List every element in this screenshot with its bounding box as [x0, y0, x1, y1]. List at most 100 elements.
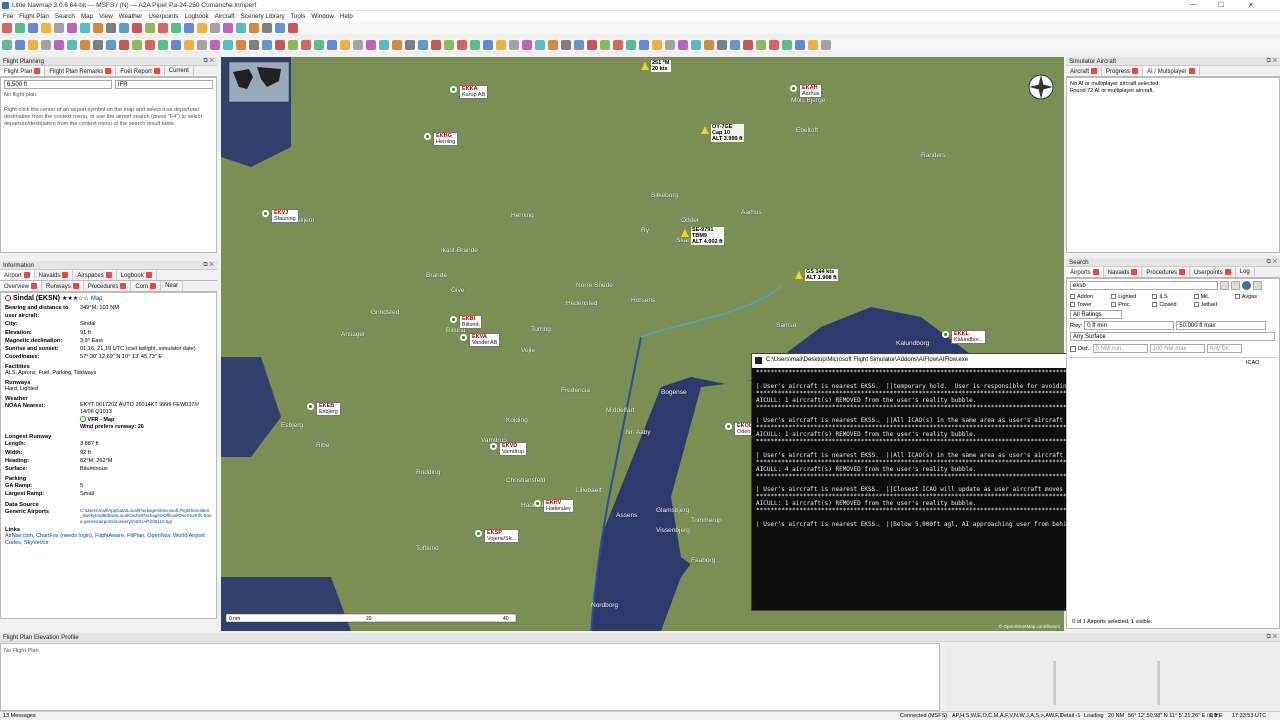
toolbar-icon[interactable]: [664, 40, 675, 50]
airport-symbol-icon[interactable]: [490, 443, 497, 450]
toolbar-icon[interactable]: [638, 40, 649, 50]
toolbar-icon[interactable]: [417, 40, 428, 50]
close-tab-icon[interactable]: [72, 283, 79, 289]
close-tab-icon[interactable]: [145, 272, 152, 278]
toolbar-icon[interactable]: [183, 23, 194, 33]
map-aircraft-label[interactable]: SE-9791 TBM9 ALT 4.002 ft: [691, 227, 724, 245]
airport-symbol-icon[interactable]: [450, 316, 457, 323]
toolbar-icon[interactable]: [196, 23, 207, 33]
tab-userpoints[interactable]: Userpoints: [1190, 267, 1236, 277]
toolbar-icon[interactable]: [209, 40, 220, 50]
checkbox-box[interactable]: [1152, 294, 1158, 299]
map-airport[interactable]: EKKL Kalundbor...: [951, 330, 987, 344]
toolbar-icon[interactable]: [92, 40, 103, 50]
toolbar-icon[interactable]: [690, 40, 701, 50]
tab-near[interactable]: Near: [161, 281, 184, 291]
checkbox-box[interactable]: [1193, 302, 1199, 307]
toolbar-icon[interactable]: [1, 23, 12, 33]
map-airport[interactable]: EKVD Vamdrup: [499, 442, 527, 456]
map-airport[interactable]: EKAH Aarhus: [799, 84, 823, 98]
airport-symbol-icon[interactable]: [475, 530, 482, 537]
checkbox-ils[interactable]: ILS: [1152, 293, 1193, 301]
toolbar-icon[interactable]: [287, 40, 298, 50]
menu-userpoints[interactable]: Userpoints: [145, 11, 181, 22]
map-aircraft-label[interactable]: OY-7GE Cap 10 ALT 3.999 ft: [711, 124, 744, 142]
close-tab-icon[interactable]: [1224, 269, 1231, 275]
tab-procedures-search[interactable]: Procedures: [1142, 267, 1191, 277]
checkbox-box[interactable]: [1070, 294, 1075, 299]
tab-navaids-search[interactable]: Navaids: [1104, 267, 1143, 277]
checkbox-box[interactable]: [1193, 294, 1199, 299]
toolbar-icon[interactable]: [66, 40, 77, 50]
distance-checkbox[interactable]: [1070, 345, 1076, 352]
tab-current[interactable]: Current: [165, 66, 194, 76]
tab-runways[interactable]: Runways: [42, 281, 84, 291]
tab-progress[interactable]: Progress: [1102, 66, 1144, 76]
toolbar-icon[interactable]: [404, 40, 415, 50]
airport-symbol-icon[interactable]: [262, 210, 269, 217]
toolbar-icon[interactable]: [469, 40, 480, 50]
tab-ai-multiplayer[interactable]: AI / Multiplayer: [1143, 66, 1200, 76]
airport-symbol-icon[interactable]: [450, 86, 457, 93]
close-button[interactable]: ✕: [1248, 1, 1254, 9]
toolbar-icon[interactable]: [261, 40, 272, 50]
runway-min-field[interactable]: 0 ft min: [1084, 321, 1175, 330]
tab-flight-plan-remarks[interactable]: Flight Plan Remarks: [45, 66, 117, 76]
filter-icon[interactable]: [1231, 281, 1240, 290]
datasource-path[interactable]: C:\Users\mail\AppData\Local\Packages\Mic…: [80, 508, 212, 525]
map-airport[interactable]: EKKA Karup AB: [459, 85, 489, 99]
menu-tools[interactable]: Tools: [288, 11, 309, 22]
toolbar-icon[interactable]: [235, 23, 246, 33]
links-list[interactable]: AirNav.com, ChartFox (needs login), Flig…: [5, 533, 212, 547]
search-result-table[interactable]: ICAO 0 of 1 Airports selected, 1 visible…: [1070, 357, 1276, 627]
map-airport[interactable]: EKSP Vojens/Sk...: [484, 529, 520, 543]
toolbar-icon[interactable]: [40, 23, 51, 33]
toolbar-icon[interactable]: [209, 23, 220, 33]
tab-airspaces[interactable]: Airspaces: [73, 270, 117, 280]
toolbar-icon[interactable]: [482, 40, 493, 50]
tab-airport[interactable]: Airport: [0, 270, 35, 280]
aircraft-icon[interactable]: [681, 229, 689, 237]
close-tab-icon[interactable]: [153, 68, 160, 74]
tab-logbook[interactable]: Logbook: [117, 270, 157, 280]
checkbox-box[interactable]: [1234, 294, 1240, 299]
toolbar-icon[interactable]: [742, 40, 753, 50]
toolbar-icon[interactable]: [755, 40, 766, 50]
distance-min-field[interactable]: 0 NM min: [1092, 344, 1148, 353]
clear-search-icon[interactable]: [1220, 281, 1229, 290]
toolbar-icon[interactable]: [170, 40, 181, 50]
toolbar-icon[interactable]: [326, 40, 337, 50]
close-tab-icon[interactable]: [105, 272, 112, 278]
distance-direction-select[interactable]: Any Dir.: [1206, 344, 1242, 353]
tab-navaids[interactable]: Navaids: [35, 270, 74, 280]
toolbar-icon[interactable]: [118, 23, 129, 33]
airport-symbol-icon[interactable]: [307, 403, 314, 410]
map-airport[interactable]: EKHV Haderslev: [543, 499, 574, 513]
checkbox-proc[interactable]: Proc.: [1111, 301, 1152, 309]
close-pane-icon[interactable]: ⧉ ✕: [1266, 259, 1277, 266]
toolbar-icon[interactable]: [14, 23, 25, 33]
close-tab-icon[interactable]: [1132, 68, 1139, 74]
toolbar-icon[interactable]: [820, 40, 831, 50]
menu-view[interactable]: View: [96, 11, 116, 22]
tab-overview[interactable]: Overview: [0, 281, 43, 291]
close-tab-icon[interactable]: [31, 283, 38, 289]
zoom-slider-horizontal[interactable]: [1157, 661, 1160, 705]
toolbar-icon[interactable]: [196, 40, 207, 50]
airport-symbol-icon[interactable]: [424, 133, 431, 140]
toolbar-icon[interactable]: [599, 40, 610, 50]
tab-log[interactable]: Log: [1236, 267, 1255, 277]
menu-file[interactable]: File: [0, 11, 16, 22]
checkbox-closed[interactable]: Closed: [1152, 301, 1193, 309]
close-pane-icon[interactable]: ⧉ ✕: [203, 262, 214, 269]
column-header-icao[interactable]: ICAO: [1246, 360, 1259, 366]
toolbar-icon[interactable]: [261, 23, 272, 33]
flight-rules-select[interactable]: IFR: [114, 80, 213, 89]
maximize-button[interactable]: ☐: [1218, 1, 1224, 9]
checkbox-jetfuel[interactable]: Jetfuel: [1193, 301, 1235, 309]
toolbar-icon[interactable]: [222, 23, 233, 33]
help-icon[interactable]: [1242, 281, 1251, 290]
map-airport[interactable]: EKBI Billund: [459, 315, 482, 329]
toolbar-icon[interactable]: [807, 40, 818, 50]
close-tab-icon[interactable]: [1091, 68, 1098, 74]
